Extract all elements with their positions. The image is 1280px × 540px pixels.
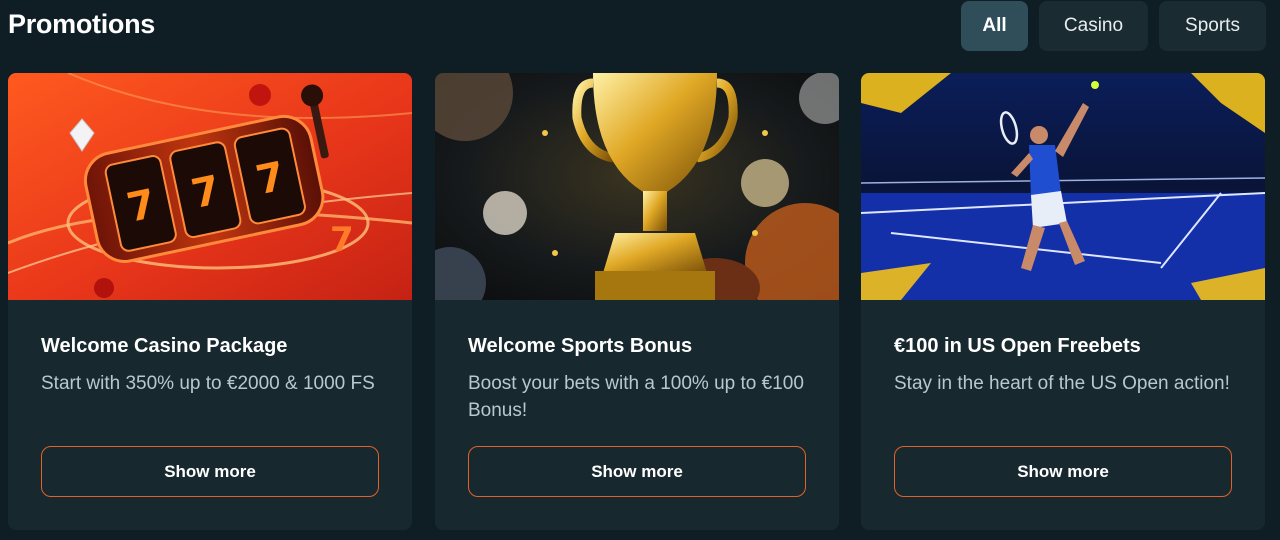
golden-trophy-illustration[interactable] — [435, 73, 839, 300]
page-title: Promotions — [8, 9, 156, 39]
promo-description: Boost your bets with a 100% up to €100 B… — [468, 373, 804, 421]
promo-card-sports: Welcome Sports Bonus Boost your bets wit… — [435, 73, 839, 530]
promo-description: Start with 350% up to €2000 & 1000 FS — [41, 373, 375, 394]
filter-tabs: All Casino Sports — [961, 1, 1266, 51]
show-more-button[interactable]: Show more — [894, 446, 1232, 497]
promo-title: Welcome Casino Package — [41, 335, 288, 357]
header: Promotions All Casino Sports — [8, 0, 1266, 52]
promo-description: Stay in the heart of the US Open action! — [894, 373, 1230, 394]
promo-card-us-open: €100 in US Open Freebets Stay in the hea… — [861, 73, 1265, 530]
tab-casino[interactable]: Casino — [1039, 1, 1148, 51]
show-more-button[interactable]: Show more — [468, 446, 806, 497]
svg-text:7: 7 — [330, 220, 354, 260]
promo-title: €100 in US Open Freebets — [894, 335, 1141, 357]
promo-card-casino: 7 7 7 7 Welcome Casino Package Start wit… — [8, 73, 412, 530]
tennis-player-illustration[interactable] — [861, 73, 1265, 300]
slot-machine-illustration[interactable]: 7 7 7 7 — [8, 73, 412, 300]
tab-all[interactable]: All — [961, 1, 1028, 51]
promo-title: Welcome Sports Bonus — [468, 335, 693, 357]
show-more-button[interactable]: Show more — [41, 446, 379, 497]
tab-sports[interactable]: Sports — [1159, 1, 1266, 51]
